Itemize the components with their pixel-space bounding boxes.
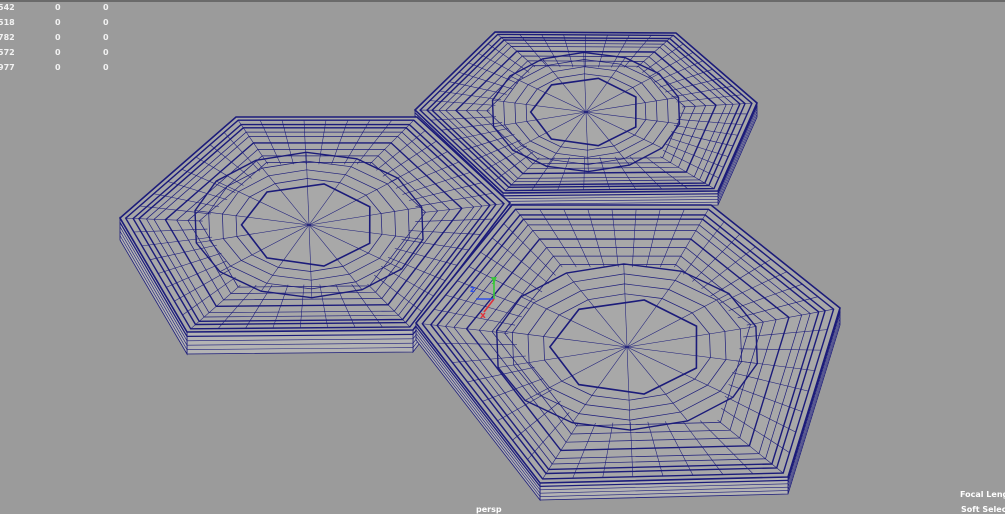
z-axis-label: z [470,285,475,295]
hud-row-tris: 572 0 0 [0,48,120,63]
hud-value: 0 [103,18,109,27]
camera-name-label: persp [476,505,502,514]
hud-value: 782 [0,33,15,42]
hex-tile-front-mesh [414,204,841,502]
soft-select-label: Soft Select: [961,505,1005,514]
heads-up-display: 542 0 0 518 0 0 782 0 0 572 0 0 977 0 0 [0,3,120,78]
viewport-persp[interactable]: y z x 542 0 0 518 0 0 782 0 0 572 0 0 977 … [0,0,1005,514]
hud-value: 0 [55,18,61,27]
hud-value: 0 [103,63,109,72]
hud-value: 0 [55,33,61,42]
hud-value: 0 [55,3,61,12]
hud-row-edges: 518 0 0 [0,18,120,33]
hud-value: 977 [0,63,15,72]
y-axis-label: y [491,275,497,285]
hud-row-verts: 542 0 0 [0,3,120,18]
hud-value: 0 [103,33,109,42]
hud-row-faces: 782 0 0 [0,33,120,48]
hud-value: 518 [0,18,15,27]
hud-value: 542 [0,3,15,12]
tile-side-face [186,329,414,355]
hud-row-uvs: 977 0 0 [0,63,120,78]
hud-value: 572 [0,48,15,57]
x-axis-label: x [480,311,486,321]
hud-value: 0 [103,48,109,57]
hud-value: 0 [55,48,61,57]
focal-length-label: Focal Length: [960,490,1005,499]
hud-value: 0 [55,63,61,72]
hud-value: 0 [103,3,109,12]
scene-canvas[interactable]: y z x [0,0,1005,514]
